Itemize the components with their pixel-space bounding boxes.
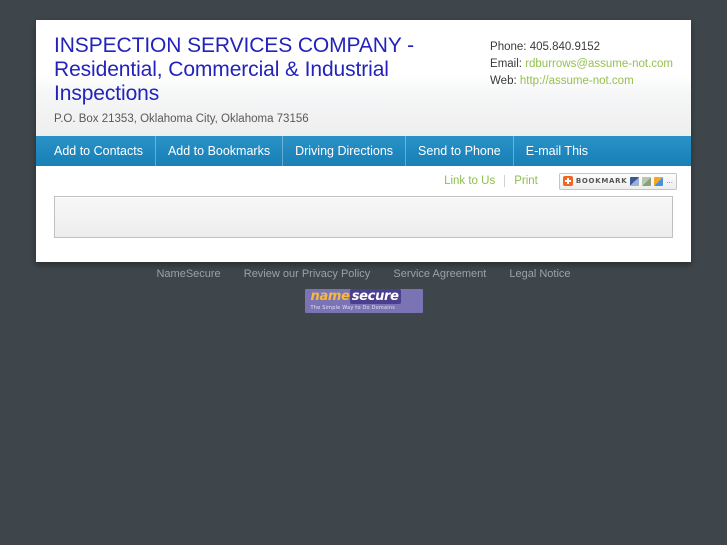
content-area (36, 196, 691, 262)
email-link[interactable]: rdburrows@assume-not.com (525, 58, 673, 70)
page-footer: NameSecure Review our Privacy Policy Ser… (0, 268, 727, 313)
phone-value: 405.840.9152 (529, 41, 601, 53)
footer-link-namesecure[interactable]: NameSecure (156, 268, 220, 280)
bookmark-button[interactable]: BOOKMARK ... (558, 172, 677, 190)
title-block: INSPECTION SERVICES COMPANY - Residentia… (54, 34, 449, 126)
phone-label: Phone: (490, 41, 527, 53)
logo-secure-part: secure (349, 289, 401, 304)
web-link[interactable]: http://assume-not.com (520, 75, 634, 87)
link-to-us-link[interactable]: Link to Us (435, 175, 504, 187)
business-address: P.O. Box 21353, Oklahoma City, Oklahoma … (54, 113, 309, 125)
footer-link-privacy-policy[interactable]: Review our Privacy Policy (244, 268, 371, 280)
namesecure-logo-text: name secure (310, 289, 401, 304)
bookmark-label: BOOKMARK (575, 177, 628, 185)
nav-item-add-to-contacts[interactable]: Add to Contacts (42, 136, 156, 166)
plus-icon (562, 176, 573, 186)
share-more-icon[interactable] (654, 176, 664, 186)
nav-item-driving-directions[interactable]: Driving Directions (283, 136, 407, 166)
nav-item-send-to-phone[interactable]: Send to Phone (406, 136, 514, 166)
site-header: INSPECTION SERVICES COMPANY - Residentia… (36, 20, 691, 136)
logo-tagline: The Simple Way to Do Domains (310, 305, 396, 311)
bookmark-more-label[interactable]: ... (666, 177, 673, 185)
web-label: Web: (490, 75, 517, 87)
share-generic-icon[interactable] (642, 176, 652, 186)
footer-link-legal-notice[interactable]: Legal Notice (509, 268, 570, 280)
main-navigation: Add to Contacts Add to Bookmarks Driving… (36, 136, 691, 166)
page-title: INSPECTION SERVICES COMPANY - Residentia… (54, 34, 415, 105)
namesecure-logo[interactable]: name secure The Simple Way to Do Domains (304, 289, 423, 313)
nav-item-add-to-bookmarks[interactable]: Add to Bookmarks (156, 136, 284, 166)
footer-link-service-agreement[interactable]: Service Agreement (393, 268, 486, 280)
site-card: INSPECTION SERVICES COMPANY - Residentia… (36, 20, 691, 262)
print-link[interactable]: Print (505, 175, 547, 187)
share-facebook-icon[interactable] (630, 176, 640, 186)
nav-item-email-this[interactable]: E-mail This (514, 136, 600, 166)
footer-links: NameSecure Review our Privacy Policy Ser… (0, 268, 727, 280)
web-line: Web: http://assume-not.com (490, 73, 673, 90)
email-line: Email: rdburrows@assume-not.com (490, 56, 673, 73)
contact-block: Phone: 405.840.9152 Email: rdburrows@ass… (490, 34, 673, 90)
logo-name-part: name (310, 289, 351, 304)
tools-row: Link to Us Print BOOKMARK ... (36, 166, 691, 196)
content-placeholder-box (54, 196, 673, 238)
email-label: Email: (490, 58, 522, 70)
phone-line: Phone: 405.840.9152 (490, 39, 673, 56)
